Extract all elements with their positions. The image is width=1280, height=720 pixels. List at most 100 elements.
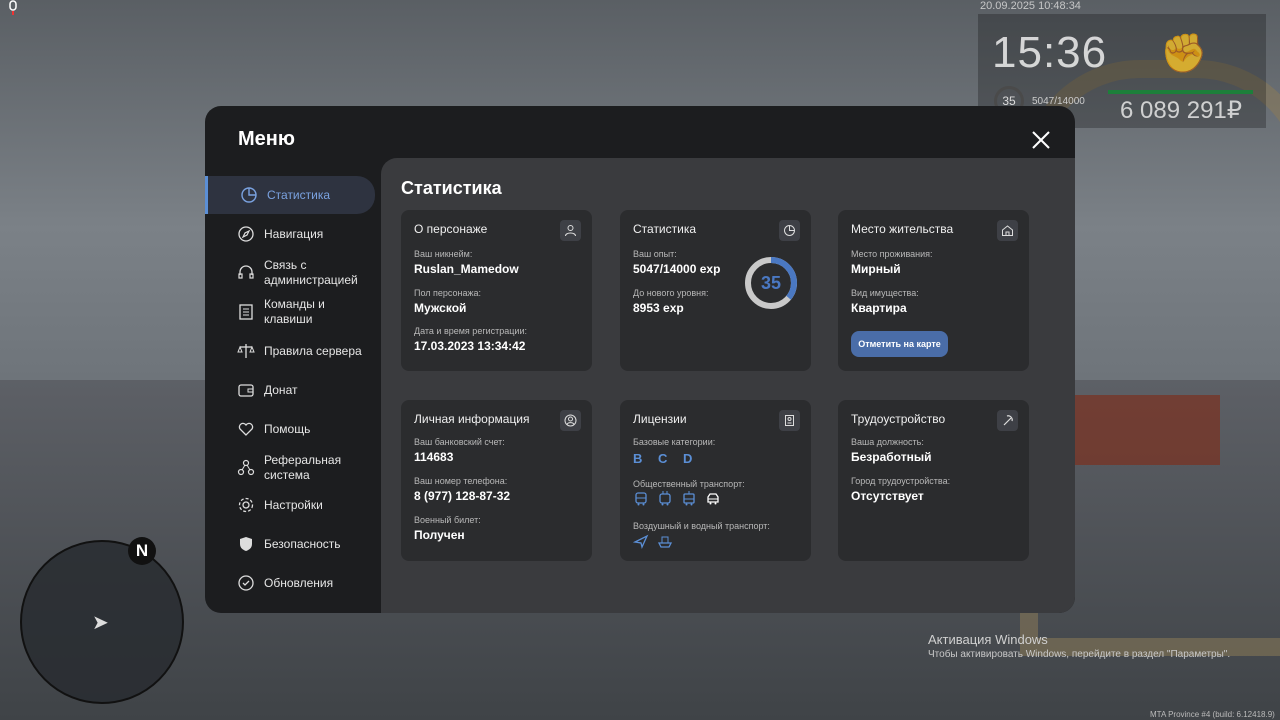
bank-account-value: 114683 (414, 450, 454, 464)
gender-value: Мужской (414, 301, 467, 315)
hud-time: 15:36 (992, 28, 1108, 77)
card-title: О персонаже (414, 222, 488, 236)
tram-icon (683, 491, 695, 506)
hud-money-bar (1108, 90, 1253, 94)
registration-value: 17.03.2023 13:34:42 (414, 339, 526, 353)
level-progress-ring: 35 (745, 257, 797, 309)
user-icon (560, 220, 581, 241)
sidebar-item-statistics[interactable]: Статистика (205, 176, 375, 214)
card-employment: Трудоустройство Ваша должность: Безработ… (838, 400, 1029, 561)
nickname-label: Ваш никнейм: (414, 249, 473, 259)
bank-account-label: Ваш банковский счет: (414, 437, 505, 447)
trolleybus-icon (659, 491, 671, 506)
gender-label: Пол персонажа: (414, 288, 482, 298)
wallet-icon (238, 384, 254, 397)
position-value: Безработный (851, 450, 932, 464)
property-value: Квартира (851, 301, 907, 315)
gear-icon (238, 497, 254, 513)
sidebar-item-label: Статистика (267, 187, 331, 202)
boat-icon (657, 536, 673, 548)
sidebar-item-settings[interactable]: Настройки (205, 486, 375, 524)
job-city-value: Отсутствует (851, 489, 924, 503)
scales-icon (237, 344, 255, 358)
sidebar-item-label: Настройки (264, 497, 323, 512)
card-title: Трудоустройство (851, 412, 946, 426)
pie-chart-icon (779, 220, 800, 241)
card-title: Статистика (633, 222, 697, 236)
base-categories-label: Базовые категории: (633, 437, 716, 447)
sidebar-item-label: Реферальная система (264, 453, 342, 482)
shield-icon (240, 537, 252, 551)
card-statistics: Статистика Ваш опыт: 5047/14000 exp До н… (620, 210, 811, 371)
sidebar-item-commands[interactable]: Команды и клавиши (205, 293, 375, 331)
sidebar-item-label: Связь с администрацией (264, 258, 358, 287)
bus-icon (635, 492, 647, 506)
job-city-label: Город трудоустройства: (851, 476, 951, 486)
sidebar-item-referral[interactable]: Реферальная система (205, 449, 375, 487)
close-icon[interactable] (1029, 128, 1053, 152)
network-icon (237, 459, 255, 476)
compass-icon (238, 226, 254, 242)
refresh-check-icon (238, 575, 254, 591)
menu-title: Меню (238, 128, 295, 150)
sidebar-item-label: Обновления (264, 575, 334, 590)
card-residence: Место жительства Место проживания: Мирны… (838, 210, 1029, 371)
level-number: 35 (761, 273, 781, 293)
pie-chart-icon (241, 187, 257, 203)
property-label: Вид имущества: (851, 288, 919, 298)
base-categories-value: B C D (633, 451, 699, 466)
exp-value: 5047/14000 exp (633, 262, 721, 276)
card-title: Место жительства (851, 222, 954, 236)
sidebar-item-label: Безопасность (264, 536, 341, 551)
hud-money: 6 089 291₽ (1120, 97, 1243, 124)
air-water-transport-label: Воздушный и водный транспорт: (633, 521, 770, 531)
taxi-icon (707, 493, 719, 505)
home-icon (997, 220, 1018, 241)
headset-icon (238, 265, 254, 279)
sidebar-item-rules[interactable]: Правила сервера (205, 332, 375, 370)
registration-label: Дата и время регистрации: (414, 326, 527, 336)
air-water-transport-icons (633, 533, 673, 549)
microphone-icon (9, 0, 17, 15)
sidebar-item-security[interactable]: Безопасность (205, 525, 375, 563)
fist-icon: ✊ (1160, 33, 1208, 75)
pickaxe-icon (997, 410, 1018, 431)
card-title: Личная информация (414, 412, 530, 426)
nickname-value: Ruslan_Mamedow (414, 262, 519, 276)
license-card-icon (779, 410, 800, 431)
build-info: MTA Province #4 (build: 6.12418.9) (1150, 710, 1275, 719)
sidebar-item-label: Правила сервера (264, 343, 362, 358)
phone-value: 8 (977) 128-87-32 (414, 489, 511, 503)
sidebar-item-label: Помощь (264, 421, 311, 436)
hud-datetime: 20.09.2025 10:48:34 (980, 0, 1081, 12)
sidebar-item-label: Донат (264, 382, 298, 397)
radar-north-marker: N (128, 537, 156, 565)
military-id-label: Военный билет: (414, 515, 481, 525)
user-circle-icon (560, 410, 581, 431)
mark-on-map-button[interactable]: Отметить на карте (851, 331, 948, 357)
document-icon (239, 304, 253, 320)
sidebar-item-admin-contact[interactable]: Связь с администрацией (205, 254, 375, 292)
public-transport-label: Общественный транспорт: (633, 479, 745, 489)
position-label: Ваша должность: (851, 437, 924, 447)
sidebar-item-help[interactable]: Помощь (205, 410, 375, 448)
game-background-bench (1060, 395, 1220, 465)
sidebar-item-donate[interactable]: Донат (205, 371, 375, 409)
card-licenses: Лицензии Базовые категории: B C D Общест… (620, 400, 811, 561)
card-title: Лицензии (633, 412, 687, 426)
sidebar-item-navigation[interactable]: Навигация (205, 215, 375, 253)
next-level-label: До нового уровня: (633, 288, 709, 298)
military-id-value: Получен (414, 528, 465, 542)
windows-activation-title: Активация Windows (928, 632, 1048, 647)
sidebar-item-label: Команды и клавиши (264, 297, 325, 326)
airplane-icon (633, 534, 649, 549)
sidebar-item-updates[interactable]: Обновления (205, 564, 375, 602)
heart-hand-icon (238, 422, 254, 436)
card-personal-info: Личная информация Ваш банковский счет: 1… (401, 400, 592, 561)
main-menu-window: Меню Статистика Навигация Связь с админи… (205, 106, 1075, 613)
windows-activation-subtitle: Чтобы активировать Windows, перейдите в … (928, 649, 1231, 660)
sidebar-item-label: Навигация (264, 226, 324, 241)
residence-value: Мирный (851, 262, 901, 276)
card-character: О персонаже Ваш никнейм: Ruslan_Mamedow … (401, 210, 592, 371)
page-title: Статистика (401, 178, 502, 198)
